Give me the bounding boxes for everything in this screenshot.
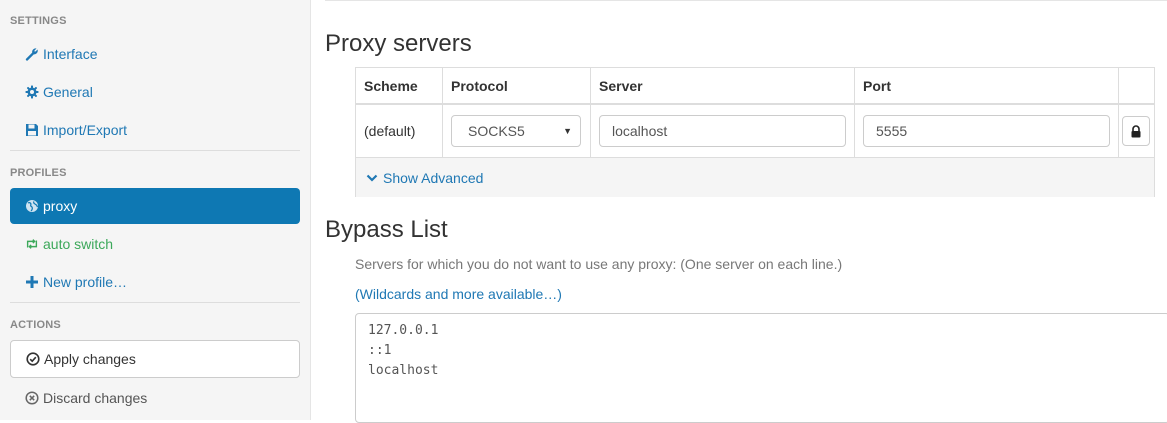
column-header-protocol: Protocol — [443, 68, 591, 105]
server-cell: localhost — [591, 105, 855, 157]
proxy-table: Scheme Protocol Server Port (default) SO… — [355, 67, 1155, 197]
sidebar-item-label: General — [43, 84, 93, 100]
column-header-actions — [1119, 68, 1154, 105]
protocol-value: SOCKS5 — [468, 123, 525, 139]
sidebar-item-interface[interactable]: Interface — [10, 36, 300, 72]
show-advanced-toggle[interactable]: Show Advanced — [356, 157, 1154, 197]
port-cell: 5555 — [855, 105, 1119, 157]
section-divider — [10, 150, 300, 151]
protocol-cell: SOCKS5 ▼ — [443, 105, 591, 157]
x-circle-icon — [25, 391, 39, 405]
chevron-down-icon — [366, 173, 378, 183]
bypass-help-text: Servers for which you do not want to use… — [355, 256, 843, 272]
apply-changes-button[interactable]: Apply changes — [10, 340, 300, 378]
wildcards-link[interactable]: (Wildcards and more available…) — [355, 286, 562, 302]
sidebar: SETTINGS Interface General Import/Export… — [0, 0, 311, 420]
sidebar-item-general[interactable]: General — [10, 74, 300, 110]
sidebar-item-label: Interface — [43, 46, 98, 62]
discard-changes-button[interactable]: Discard changes — [10, 380, 300, 416]
floppy-icon — [25, 123, 39, 137]
gear-icon — [25, 85, 39, 99]
port-input[interactable]: 5555 — [863, 115, 1110, 147]
scheme-value: (default) — [364, 123, 416, 139]
lock-icon — [1131, 124, 1141, 137]
lock-button[interactable] — [1122, 116, 1150, 146]
bypass-entry: localhost — [368, 363, 439, 378]
section-divider — [10, 302, 300, 303]
server-input[interactable]: localhost — [599, 115, 846, 147]
sidebar-item-proxy[interactable]: proxy — [10, 188, 300, 224]
sidebar-item-label: auto switch — [43, 236, 114, 252]
bypass-entry: 127.0.0.1 — [368, 323, 439, 338]
settings-section-title: SETTINGS — [10, 15, 67, 27]
column-header-server: Server — [591, 68, 855, 105]
sidebar-item-auto-switch[interactable]: auto switch — [10, 226, 300, 262]
column-header-port: Port — [855, 68, 1119, 105]
apply-changes-label: Apply changes — [44, 351, 136, 367]
retweet-icon — [25, 237, 39, 251]
sidebar-item-label: proxy — [43, 198, 78, 214]
sidebar-item-new-profile[interactable]: New profile… — [10, 264, 300, 300]
sidebar-item-label: Import/Export — [43, 122, 128, 138]
bypass-entry: ::1 — [368, 343, 392, 358]
discard-changes-label: Discard changes — [43, 390, 148, 406]
wrench-icon — [25, 47, 39, 61]
globe-icon — [25, 199, 39, 213]
show-advanced-label: Show Advanced — [383, 169, 484, 186]
sidebar-item-import-export[interactable]: Import/Export — [10, 112, 300, 148]
scheme-cell: (default) — [356, 105, 443, 157]
protocol-select[interactable]: SOCKS5 ▼ — [451, 115, 581, 147]
profiles-section-title: PROFILES — [10, 167, 67, 179]
proxy-servers-title: Proxy servers — [325, 30, 472, 57]
bypass-list-title: Bypass List — [325, 216, 448, 243]
lock-cell — [1119, 105, 1154, 157]
bypass-list-textarea[interactable]: 127.0.0.1 ::1 localhost — [355, 313, 1167, 423]
plus-icon — [25, 275, 39, 289]
column-header-scheme: Scheme — [356, 68, 443, 105]
check-circle-icon — [26, 352, 40, 366]
top-divider — [325, 0, 1167, 1]
sidebar-item-label: New profile… — [43, 274, 128, 290]
caret-down-icon: ▼ — [563, 126, 572, 136]
actions-section-title: ACTIONS — [10, 319, 61, 331]
